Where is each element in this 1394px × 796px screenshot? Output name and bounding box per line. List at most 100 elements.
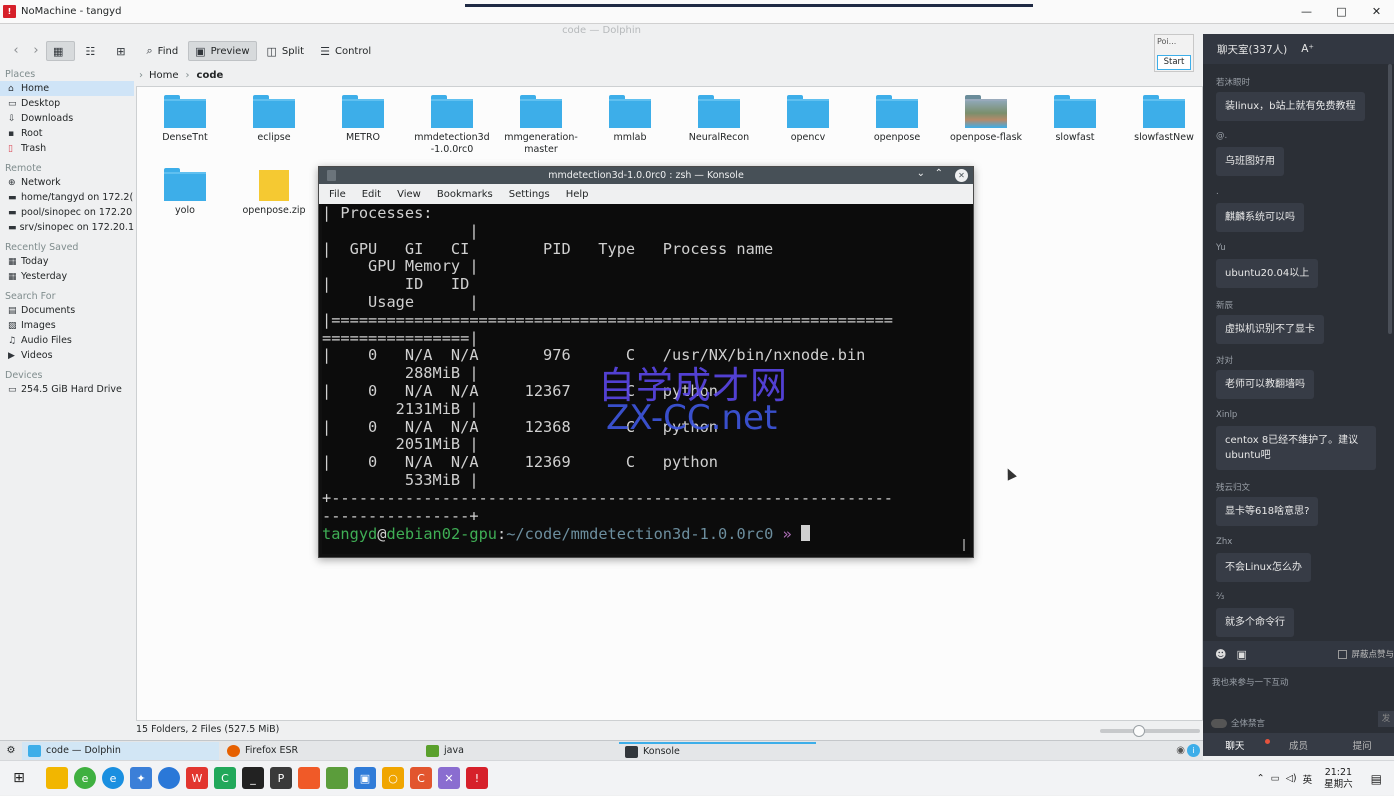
windows-start-icon[interactable]: ⊞ — [8, 767, 30, 789]
menu-bookmarks[interactable]: Bookmarks — [437, 189, 493, 200]
tab-questions[interactable]: 提问 — [1330, 738, 1394, 752]
info-icon[interactable]: i — [1187, 744, 1200, 757]
place-remote-pool[interactable]: ▬ pool/sinopec on 172.20 — [0, 205, 134, 220]
clock[interactable]: 21:21 星期六 — [1324, 767, 1353, 791]
menu-help[interactable]: Help — [566, 189, 589, 200]
screen-toggle[interactable]: 屏蔽点赞与 — [1338, 648, 1394, 660]
place-remote-home[interactable]: ▬ home/tangyd on 172.2( — [0, 190, 134, 205]
task-firefox[interactable]: Firefox ESR — [221, 742, 418, 760]
chat-input[interactable]: 我也来参与一下互动 — [1212, 676, 1289, 688]
breadcrumb-current[interactable]: code — [197, 70, 224, 81]
task-dolphin[interactable]: code — Dolphin — [22, 741, 219, 760]
task-konsole[interactable]: Konsole — [619, 741, 816, 760]
menu-edit[interactable]: Edit — [362, 189, 381, 200]
folder-item[interactable]: opencv — [766, 95, 850, 144]
speaker-icon[interactable]: ◁) — [1286, 773, 1297, 784]
app-window-icon[interactable]: ▣ — [354, 767, 376, 789]
folder-item[interactable]: yolo — [143, 168, 227, 217]
back-icon[interactable]: ‹ — [6, 41, 26, 61]
file-item[interactable]: openpose.zip — [232, 168, 316, 217]
menu-settings[interactable]: Settings — [509, 189, 550, 200]
task-java[interactable]: java — [420, 742, 617, 760]
mute-all-toggle[interactable]: 全体禁言 — [1211, 717, 1265, 729]
zoom-slider[interactable] — [1100, 729, 1200, 733]
menu-file[interactable]: File — [329, 189, 346, 200]
breadcrumb-home[interactable]: Home — [149, 70, 179, 81]
close-icon[interactable]: ✕ — [955, 169, 968, 182]
wps-icon[interactable]: W — [186, 767, 208, 789]
folder-item[interactable]: slowfast — [1033, 95, 1117, 144]
start-button[interactable]: Start — [1157, 55, 1191, 70]
split-button[interactable]: ◫ Split — [261, 41, 311, 61]
edge-icon[interactable]: e — [102, 767, 124, 789]
nomachine-icon[interactable]: ! — [466, 767, 488, 789]
folder-item[interactable]: openpose — [855, 95, 939, 144]
send-button[interactable]: 发 — [1378, 711, 1394, 727]
tab-members[interactable]: 成员 — [1267, 738, 1331, 752]
place-downloads[interactable]: ⇩ Downloads — [0, 111, 134, 126]
terminal-icon[interactable]: _ — [242, 767, 264, 789]
chevron-up-icon[interactable]: ⌃ — [935, 168, 943, 179]
compact-view-button[interactable]: ☷ — [79, 41, 106, 61]
folder-item[interactable]: DenseTnt — [143, 95, 227, 144]
folder-item[interactable]: mmlab — [588, 95, 672, 144]
place-home[interactable]: ⌂ Home — [0, 81, 134, 96]
checkbox[interactable] — [1338, 649, 1348, 659]
app-blue-icon[interactable]: ✦ — [130, 767, 152, 789]
folder-item[interactable]: openpose-flask — [944, 95, 1028, 144]
place-yesterday[interactable]: ▦ Yesterday — [0, 269, 134, 284]
scrollbar[interactable] — [963, 539, 965, 551]
place-documents[interactable]: ▤ Documents — [0, 303, 134, 318]
folder-item[interactable]: mmdetection3d -1.0.0rc0 — [410, 95, 494, 156]
control-button[interactable]: ☰ Control — [314, 41, 377, 61]
find-button[interactable]: ⌕ Find — [141, 41, 185, 61]
place-trash[interactable]: ▯ Trash — [0, 141, 134, 156]
image-icon[interactable]: ▣ — [1236, 648, 1246, 661]
folder-item[interactable]: slowfastNew — [1122, 95, 1206, 144]
place-hard-drive[interactable]: ▭ 254.5 GiB Hard Drive — [0, 382, 134, 397]
forward-icon[interactable]: › — [26, 41, 46, 61]
file-explorer-icon[interactable] — [46, 767, 68, 789]
place-videos[interactable]: ▶ Videos — [0, 348, 134, 363]
network-icon[interactable]: ▭ — [1271, 773, 1280, 784]
font-size-button[interactable]: A⁺ — [1301, 43, 1314, 55]
toggle-switch[interactable] — [1211, 718, 1227, 728]
maximize-button[interactable]: □ — [1324, 0, 1359, 24]
icons-view-button[interactable]: ▦ — [46, 41, 76, 61]
app-green-icon[interactable]: e — [74, 767, 96, 789]
folder-item[interactable]: METRO — [321, 95, 405, 144]
pycharm-icon[interactable]: P — [270, 767, 292, 789]
tab-chat[interactable]: 聊天 — [1203, 738, 1267, 752]
launcher-icon[interactable]: ⚙ — [0, 745, 22, 756]
place-today[interactable]: ▦ Today — [0, 254, 134, 269]
folder-item[interactable]: mmgeneration- master — [499, 95, 583, 156]
zoom-slider-handle[interactable] — [1133, 725, 1145, 737]
minimize-button[interactable]: — — [1289, 0, 1324, 24]
notification-icon[interactable]: ▤ — [1371, 772, 1382, 786]
place-root[interactable]: ▪ Root — [0, 126, 134, 141]
tray-eye-icon[interactable]: ◉ — [1176, 745, 1185, 756]
chevron-up-icon[interactable]: ⌃ — [1257, 773, 1265, 784]
language-indicator[interactable]: 英 — [1303, 772, 1313, 786]
folder-item[interactable]: NeuralRecon — [677, 95, 761, 144]
place-images[interactable]: ▧ Images — [0, 318, 134, 333]
chevron-down-icon[interactable]: ⌄ — [917, 168, 925, 179]
menu-view[interactable]: View — [397, 189, 421, 200]
notepad-icon[interactable] — [326, 767, 348, 789]
app-grid-icon[interactable]: ✕ — [438, 767, 460, 789]
folder-item[interactable]: eclipse — [232, 95, 316, 144]
browser-icon[interactable] — [158, 767, 180, 789]
app-c2-icon[interactable]: C — [410, 767, 432, 789]
app-orange-icon[interactable] — [298, 767, 320, 789]
bulb-icon[interactable]: ○ — [382, 767, 404, 789]
close-button[interactable]: ✕ — [1359, 0, 1394, 24]
chat-scrollbar[interactable] — [1388, 64, 1392, 334]
place-audio[interactable]: ♫ Audio Files — [0, 333, 134, 348]
preview-button[interactable]: ▣ Preview — [188, 41, 257, 61]
place-network[interactable]: ⊕ Network — [0, 175, 134, 190]
app-c-icon[interactable]: C — [214, 767, 236, 789]
place-desktop[interactable]: ▭ Desktop — [0, 96, 134, 111]
details-view-button[interactable]: ⊞ — [110, 41, 136, 61]
place-remote-srv[interactable]: ▬ srv/sinopec on 172.20.1 — [0, 220, 134, 235]
emoji-icon[interactable]: ☻ — [1215, 648, 1226, 661]
